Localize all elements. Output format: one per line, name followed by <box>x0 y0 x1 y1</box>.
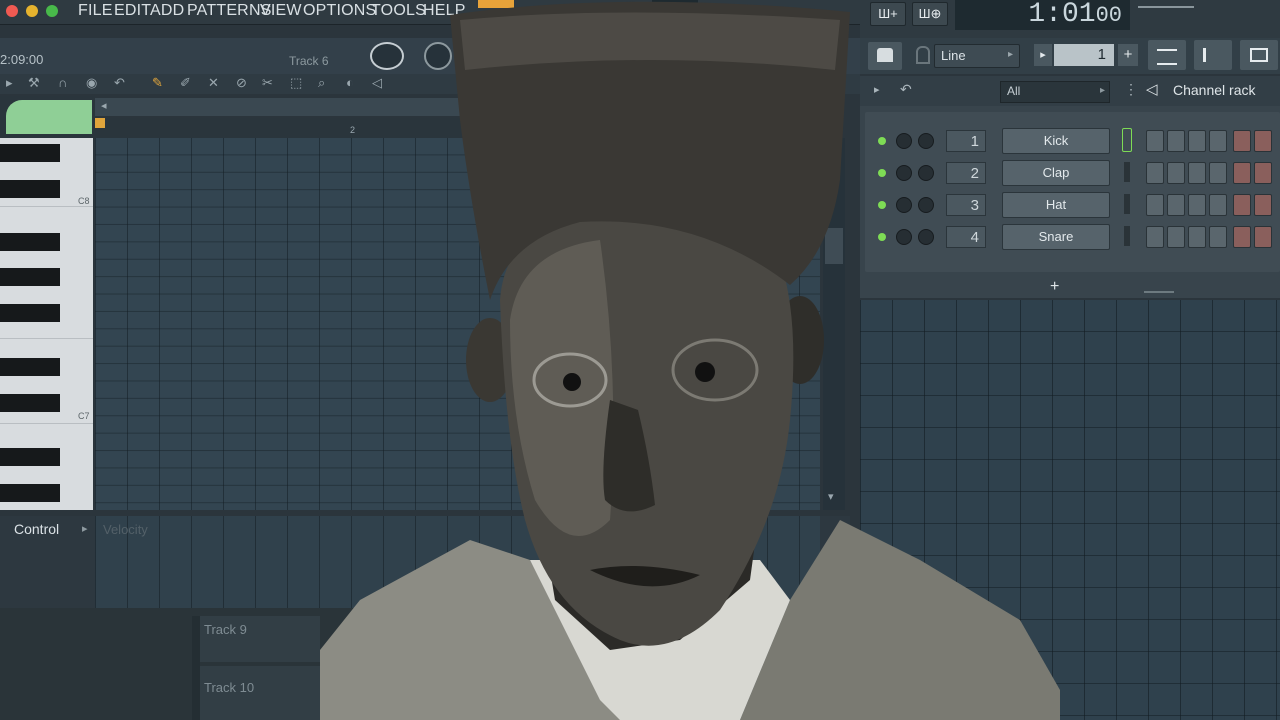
key-divider <box>0 423 93 424</box>
key-divider <box>0 338 93 339</box>
wrench-icon[interactable]: ⚒ <box>28 75 40 91</box>
channel-select-indicator[interactable] <box>1122 128 1132 152</box>
select-icon[interactable]: ⬚ <box>290 75 302 91</box>
scroll-left-icon[interactable]: ◂ <box>101 99 107 112</box>
step-button[interactable] <box>1146 130 1164 152</box>
delete-icon[interactable]: ✕ <box>208 75 219 91</box>
chevron-right-icon: ▸ <box>82 523 88 535</box>
step-button[interactable] <box>1233 226 1251 248</box>
step-button[interactable] <box>1254 130 1272 152</box>
step-button[interactable] <box>1188 194 1206 216</box>
track-header-10[interactable]: Track 10 <box>200 666 320 720</box>
octave-label-c8: C8 <box>78 196 90 206</box>
piano-roll-icon <box>1203 48 1224 62</box>
track-header-9[interactable]: Track 9 <box>200 616 320 662</box>
chevron-right-icon: ▸ <box>1099 85 1105 96</box>
step-button[interactable] <box>1233 130 1251 152</box>
black-key[interactable] <box>0 304 60 322</box>
step-button[interactable] <box>1146 226 1164 248</box>
pattern-clip-area <box>0 96 95 138</box>
step-button[interactable] <box>1209 162 1227 184</box>
step-button[interactable] <box>1167 194 1185 216</box>
step-button[interactable] <box>1254 226 1272 248</box>
minimize-window-button[interactable] <box>26 5 38 17</box>
step-button[interactable] <box>1146 162 1164 184</box>
tool-menu-arrow-icon[interactable]: ▸ <box>6 75 13 91</box>
black-key[interactable] <box>0 233 60 251</box>
more-options-icon[interactable]: ⋮ <box>1124 81 1138 98</box>
portrait-image <box>320 1 1060 720</box>
slice-icon[interactable]: ✂ <box>262 75 273 91</box>
menu-view[interactable]: VIEW <box>260 2 302 20</box>
pattern-add-button[interactable]: + <box>1118 44 1138 66</box>
channel-rack-icon <box>1250 48 1268 62</box>
magnet-icon[interactable]: ∩ <box>58 75 67 90</box>
black-key[interactable] <box>0 394 60 412</box>
channel-select-indicator[interactable] <box>1124 194 1130 214</box>
master-volume-indicator <box>1138 6 1194 8</box>
black-key[interactable] <box>0 144 60 162</box>
step-button[interactable] <box>1254 162 1272 184</box>
step-button[interactable] <box>1233 194 1251 216</box>
step-button[interactable] <box>1209 194 1227 216</box>
step-button[interactable] <box>1188 226 1206 248</box>
track-name-9: Track 9 <box>204 622 247 637</box>
rack-scroll-indicator[interactable] <box>1144 291 1174 293</box>
piano-roll-button[interactable] <box>1194 40 1232 70</box>
black-key[interactable] <box>0 448 60 466</box>
pupil-right <box>695 362 715 382</box>
control-label[interactable]: Control <box>14 521 59 537</box>
black-key[interactable] <box>0 180 60 198</box>
menu-patterns[interactable]: PATTERNS <box>187 2 272 20</box>
track-name-10: Track 10 <box>204 680 255 695</box>
menu-add[interactable]: ADD <box>150 2 184 20</box>
menu-file[interactable]: FILE <box>78 2 113 20</box>
piano-keyboard[interactable]: C8 C7 <box>0 138 93 510</box>
step-button[interactable] <box>1146 194 1164 216</box>
step-button[interactable] <box>1233 162 1251 184</box>
close-window-button[interactable] <box>6 5 18 17</box>
step-button[interactable] <box>1188 162 1206 184</box>
channel-select-indicator[interactable] <box>1124 226 1130 246</box>
black-key[interactable] <box>0 268 60 286</box>
black-key[interactable] <box>0 358 60 376</box>
black-key[interactable] <box>0 484 60 502</box>
pattern-selector[interactable]: 1 <box>1054 44 1114 66</box>
speaker-icon: ◁ <box>1146 81 1158 98</box>
velocity-label: Velocity <box>103 522 148 537</box>
undo-icon[interactable]: ↶ <box>114 75 125 91</box>
step-button[interactable] <box>1209 226 1227 248</box>
channel-rack-title: Channel rack <box>1173 82 1256 98</box>
octave-label-c7: C7 <box>78 411 90 421</box>
step-button[interactable] <box>1167 130 1185 152</box>
playlist-button[interactable] <box>1148 40 1186 70</box>
channel-rack-button[interactable] <box>1240 40 1278 70</box>
track-separator <box>192 616 200 720</box>
pupil-left <box>563 373 581 391</box>
playback-icon[interactable]: ◉ <box>86 75 97 91</box>
playlist-icon <box>1157 49 1177 65</box>
channel-select-indicator[interactable] <box>1124 162 1130 182</box>
step-button[interactable] <box>1188 130 1206 152</box>
step-button[interactable] <box>1254 194 1272 216</box>
song-time-sub: 00 <box>1095 3 1122 28</box>
key-divider <box>0 206 93 207</box>
maximize-window-button[interactable] <box>46 5 58 17</box>
step-button[interactable] <box>1167 226 1185 248</box>
step-button[interactable] <box>1167 162 1185 184</box>
brush-icon[interactable]: ✐ <box>180 75 191 91</box>
mute-icon[interactable]: ⊘ <box>236 75 247 91</box>
ghost-channel-tab[interactable] <box>6 100 92 134</box>
coat-right <box>740 520 1060 720</box>
pencil-icon[interactable]: ✎ <box>152 75 163 91</box>
playhead-marker[interactable] <box>95 118 105 128</box>
time-readout: 2:09:00 <box>0 52 44 67</box>
menu-edit[interactable]: EDIT <box>114 2 151 20</box>
step-button[interactable] <box>1209 130 1227 152</box>
